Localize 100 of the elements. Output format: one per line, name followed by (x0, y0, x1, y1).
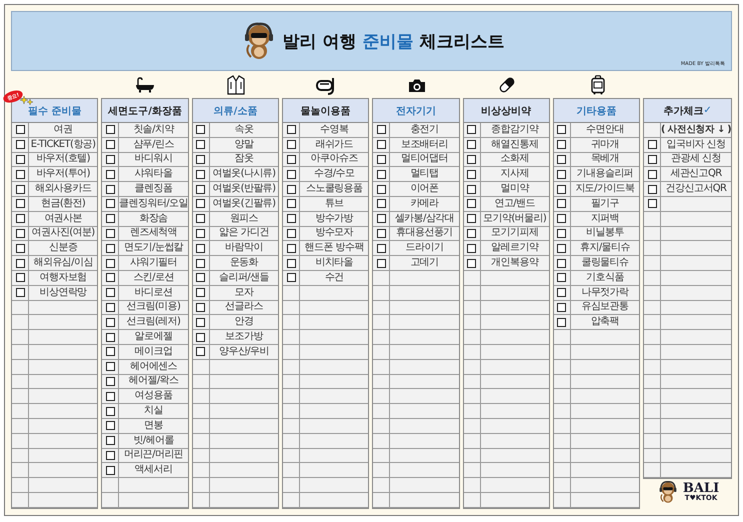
checkbox[interactable] (467, 154, 476, 164)
checkbox[interactable] (106, 125, 115, 134)
checkbox[interactable] (106, 318, 115, 327)
checkbox[interactable] (196, 244, 206, 253)
checkbox[interactable] (648, 184, 657, 194)
checkbox[interactable] (286, 170, 296, 179)
checkbox[interactable] (106, 184, 115, 194)
checkbox[interactable] (648, 199, 657, 208)
checkbox[interactable] (196, 228, 206, 238)
checkbox[interactable] (286, 199, 296, 208)
checkbox[interactable] (557, 318, 566, 327)
checkbox[interactable] (16, 184, 24, 194)
checkbox[interactable] (286, 228, 296, 238)
checkbox[interactable] (467, 214, 476, 224)
checkbox[interactable] (376, 125, 386, 134)
checkbox[interactable] (467, 125, 476, 134)
checkbox[interactable] (467, 170, 476, 179)
checkbox[interactable] (106, 214, 115, 224)
checkbox[interactable] (106, 288, 115, 298)
checkbox[interactable] (106, 273, 115, 282)
checkbox[interactable] (196, 214, 206, 224)
checkbox[interactable] (467, 228, 476, 238)
checkbox[interactable] (286, 184, 296, 194)
checkbox[interactable] (106, 466, 115, 475)
checkbox[interactable] (648, 170, 657, 179)
checkbox[interactable] (106, 154, 115, 164)
checkbox[interactable] (16, 125, 24, 134)
checkbox[interactable] (286, 258, 296, 268)
checkbox[interactable] (16, 199, 24, 208)
checkbox[interactable] (106, 436, 115, 446)
checkbox[interactable] (286, 154, 296, 164)
checkbox[interactable] (557, 199, 566, 208)
checkbox[interactable] (196, 170, 206, 179)
checkbox[interactable] (286, 273, 296, 282)
checkbox[interactable] (467, 199, 476, 208)
checkbox[interactable] (196, 258, 206, 268)
checkbox[interactable] (196, 140, 206, 150)
checkbox[interactable] (106, 258, 115, 268)
checkbox[interactable] (557, 125, 566, 134)
checkbox[interactable] (16, 288, 24, 298)
checkbox[interactable] (106, 302, 115, 312)
checkbox[interactable] (557, 140, 566, 150)
checkbox[interactable] (196, 154, 206, 164)
checkbox[interactable] (106, 228, 115, 238)
checkbox[interactable] (16, 228, 24, 238)
checkbox[interactable] (106, 421, 115, 430)
checkbox[interactable] (196, 332, 206, 342)
checkbox[interactable] (557, 184, 566, 194)
checkbox[interactable] (106, 450, 115, 460)
checkbox[interactable] (557, 154, 566, 164)
checkbox[interactable] (106, 140, 115, 150)
checkbox[interactable] (196, 273, 206, 282)
checkbox[interactable] (557, 228, 566, 238)
checkbox[interactable] (376, 258, 386, 268)
checkbox[interactable] (467, 244, 476, 253)
checkbox[interactable] (196, 288, 206, 298)
checkbox[interactable] (286, 214, 296, 224)
checkbox[interactable] (16, 273, 24, 282)
checkbox[interactable] (467, 140, 476, 150)
checkbox[interactable] (648, 154, 657, 164)
checkbox[interactable] (467, 258, 476, 268)
checkbox[interactable] (196, 199, 206, 208)
checkbox[interactable] (557, 214, 566, 224)
checkbox[interactable] (557, 244, 566, 253)
checkbox[interactable] (376, 154, 386, 164)
checkbox[interactable] (286, 125, 296, 134)
checkbox[interactable] (196, 302, 206, 312)
checkbox[interactable] (376, 214, 386, 224)
checkbox[interactable] (106, 170, 115, 179)
checkbox[interactable] (557, 288, 566, 298)
checkbox[interactable] (16, 214, 24, 224)
checkbox[interactable] (286, 244, 296, 253)
checkbox[interactable] (16, 154, 24, 164)
checkbox[interactable] (196, 125, 206, 134)
checkbox[interactable] (106, 244, 115, 253)
checkbox[interactable] (286, 140, 296, 150)
checkbox[interactable] (16, 258, 24, 268)
checkbox[interactable] (376, 184, 386, 194)
checkbox[interactable] (376, 228, 386, 238)
checkbox[interactable] (106, 332, 115, 342)
checkbox[interactable] (557, 170, 566, 179)
checkbox[interactable] (376, 170, 386, 179)
checkbox[interactable] (16, 170, 24, 179)
checkbox[interactable] (196, 184, 206, 194)
checkbox[interactable] (106, 347, 115, 356)
checkbox[interactable] (376, 199, 386, 208)
checkbox[interactable] (648, 140, 657, 150)
checkbox[interactable] (106, 376, 115, 386)
checkbox[interactable] (196, 347, 206, 356)
checkbox[interactable] (196, 318, 206, 327)
checkbox[interactable] (106, 392, 115, 401)
checkbox[interactable] (16, 244, 24, 253)
checkbox[interactable] (16, 140, 24, 150)
checkbox[interactable] (557, 258, 566, 268)
checkbox[interactable] (557, 302, 566, 312)
checkbox[interactable] (376, 140, 386, 150)
checkbox[interactable] (376, 244, 386, 253)
checkbox[interactable] (106, 199, 115, 208)
checkbox[interactable] (467, 184, 476, 194)
checkbox[interactable] (557, 273, 566, 282)
